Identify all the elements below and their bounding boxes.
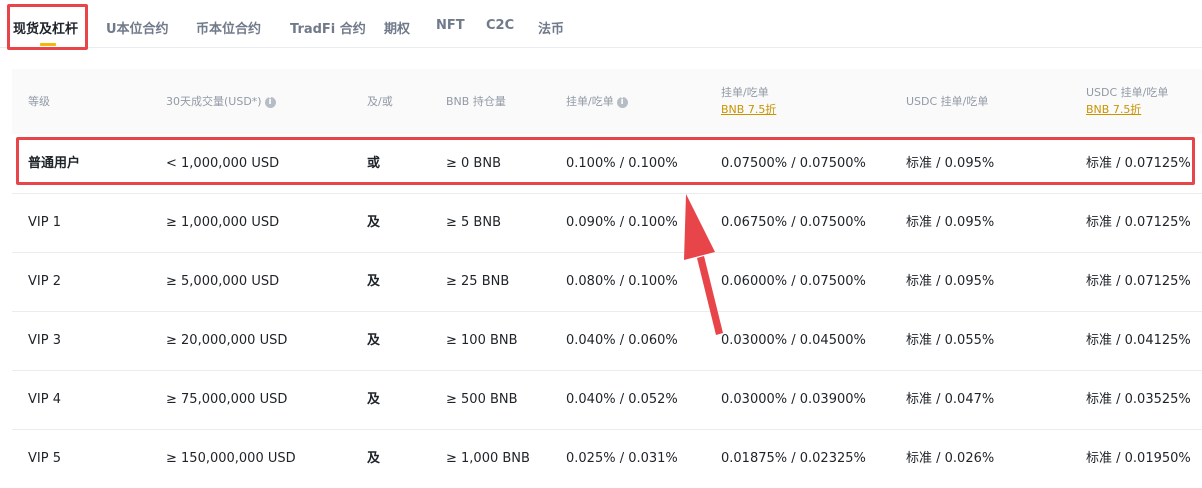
cell-level: VIP 1 <box>28 215 61 230</box>
cell-usdc: 标准 / 0.055% <box>906 333 995 348</box>
bnb-discount-link[interactable]: BNB 7.5折 <box>721 103 776 117</box>
header-volume-label: 30天成交量(USD*) <box>166 95 262 108</box>
cell-level: VIP 3 <box>28 333 61 348</box>
tab-coinm-futures[interactable]: 币本位合约 <box>196 18 261 37</box>
cell-level: VIP 4 <box>28 392 61 407</box>
bnb-discount-link[interactable]: BNB 7.5折 <box>1086 103 1168 117</box>
cell-fee-bnb: 0.03000% / 0.03900% <box>721 392 866 407</box>
cell-bnb: ≥ 25 BNB <box>446 274 510 289</box>
tab-c2c[interactable]: C2C <box>486 18 514 33</box>
cell-usdc: 标准 / 0.047% <box>906 392 995 407</box>
tab-highlight-box <box>7 4 88 50</box>
cell-volume: ≥ 75,000,000 USD <box>166 392 288 407</box>
table-row: VIP 1 ≥ 1,000,000 USD 及 ≥ 5 BNB 0.090% /… <box>12 193 1202 253</box>
cell-and-or: 及 <box>367 333 381 348</box>
table-row: VIP 2 ≥ 5,000,000 USD 及 ≥ 25 BNB 0.080% … <box>12 252 1202 312</box>
cell-fee-bnb: 0.06000% / 0.07500% <box>721 274 866 289</box>
cell-level: VIP 2 <box>28 274 61 289</box>
header-maker-taker-bnb: 挂单/吃单 BNB 7.5折 <box>721 86 776 117</box>
cell-fee: 0.080% / 0.100% <box>566 274 678 289</box>
header-bnb-holding: BNB 持仓量 <box>446 95 506 108</box>
cell-fee-bnb: 0.01875% / 0.02325% <box>721 451 866 466</box>
cell-volume: ≥ 5,000,000 USD <box>166 274 280 289</box>
cell-bnb: ≥ 1,000 BNB <box>446 451 530 466</box>
cell-volume: ≥ 1,000,000 USD <box>166 215 280 230</box>
cell-usdc: 标准 / 0.026% <box>906 451 995 466</box>
tab-nft[interactable]: NFT <box>436 18 465 33</box>
cell-volume: ≥ 150,000,000 USD <box>166 451 296 466</box>
info-icon[interactable]: i <box>616 96 628 108</box>
fee-table: 等级 30天成交量(USD*) i 及/或 BNB 持仓量 挂单/吃单 i 挂单/吃… <box>12 69 1202 484</box>
header-volume: 30天成交量(USD*) i <box>166 95 276 109</box>
tab-fiat[interactable]: 法币 <box>538 18 564 37</box>
cell-fee: 0.025% / 0.031% <box>566 451 678 466</box>
cell-fee-bnb: 0.06750% / 0.07500% <box>721 215 866 230</box>
header-maker-taker: 挂单/吃单 i <box>566 95 628 109</box>
info-icon[interactable]: i <box>264 96 276 108</box>
cell-bnb: ≥ 500 BNB <box>446 392 518 407</box>
cell-fee-bnb: 0.03000% / 0.04500% <box>721 333 866 348</box>
header-and-or: 及/或 <box>367 95 393 108</box>
header-usdc-maker-taker: USDC 挂单/吃单 <box>906 95 989 108</box>
cell-usdc-bnb: 标准 / 0.04125% <box>1086 333 1191 348</box>
cell-and-or: 及 <box>367 274 381 289</box>
header-level: 等级 <box>28 95 50 108</box>
cell-usdc: 标准 / 0.095% <box>906 274 995 289</box>
table-header: 等级 30天成交量(USD*) i 及/或 BNB 持仓量 挂单/吃单 i 挂单/吃… <box>12 69 1202 134</box>
tab-usdm-futures[interactable]: U本位合约 <box>106 18 169 37</box>
header-maker-taker-label: 挂单/吃单 <box>566 95 614 108</box>
cell-fee: 0.090% / 0.100% <box>566 215 678 230</box>
tab-tradfi-futures[interactable]: TradFi 合约 <box>290 18 366 37</box>
cell-usdc-bnb: 标准 / 0.03525% <box>1086 392 1191 407</box>
tab-options[interactable]: 期权 <box>384 18 410 37</box>
header-maker-taker-bnb-label: 挂单/吃单 <box>721 86 769 99</box>
cell-and-or: 及 <box>367 451 381 466</box>
header-usdc-maker-taker-bnb: USDC 挂单/吃单 BNB 7.5折 <box>1086 86 1168 117</box>
cell-fee: 0.040% / 0.052% <box>566 392 678 407</box>
cell-bnb: ≥ 5 BNB <box>446 215 501 230</box>
cell-usdc-bnb: 标准 / 0.01950% <box>1086 451 1191 466</box>
cell-usdc: 标准 / 0.095% <box>906 215 995 230</box>
cell-fee: 0.040% / 0.060% <box>566 333 678 348</box>
row-highlight-box <box>16 137 1195 185</box>
cell-volume: ≥ 20,000,000 USD <box>166 333 288 348</box>
header-usdc-maker-taker-bnb-label: USDC 挂单/吃单 <box>1086 86 1169 99</box>
table-row: VIP 5 ≥ 150,000,000 USD 及 ≥ 1,000 BNB 0.… <box>12 429 1202 488</box>
cell-and-or: 及 <box>367 392 381 407</box>
table-row: VIP 4 ≥ 75,000,000 USD 及 ≥ 500 BNB 0.040… <box>12 370 1202 430</box>
table-row: VIP 3 ≥ 20,000,000 USD 及 ≥ 100 BNB 0.040… <box>12 311 1202 371</box>
cell-usdc-bnb: 标准 / 0.07125% <box>1086 215 1191 230</box>
cell-bnb: ≥ 100 BNB <box>446 333 518 348</box>
cell-usdc-bnb: 标准 / 0.07125% <box>1086 274 1191 289</box>
cell-and-or: 及 <box>367 215 381 230</box>
cell-level: VIP 5 <box>28 451 61 466</box>
fee-tabs: 现货及杠杆 U本位合约 币本位合约 TradFi 合约 期权 NFT C2C 法… <box>0 0 1202 48</box>
